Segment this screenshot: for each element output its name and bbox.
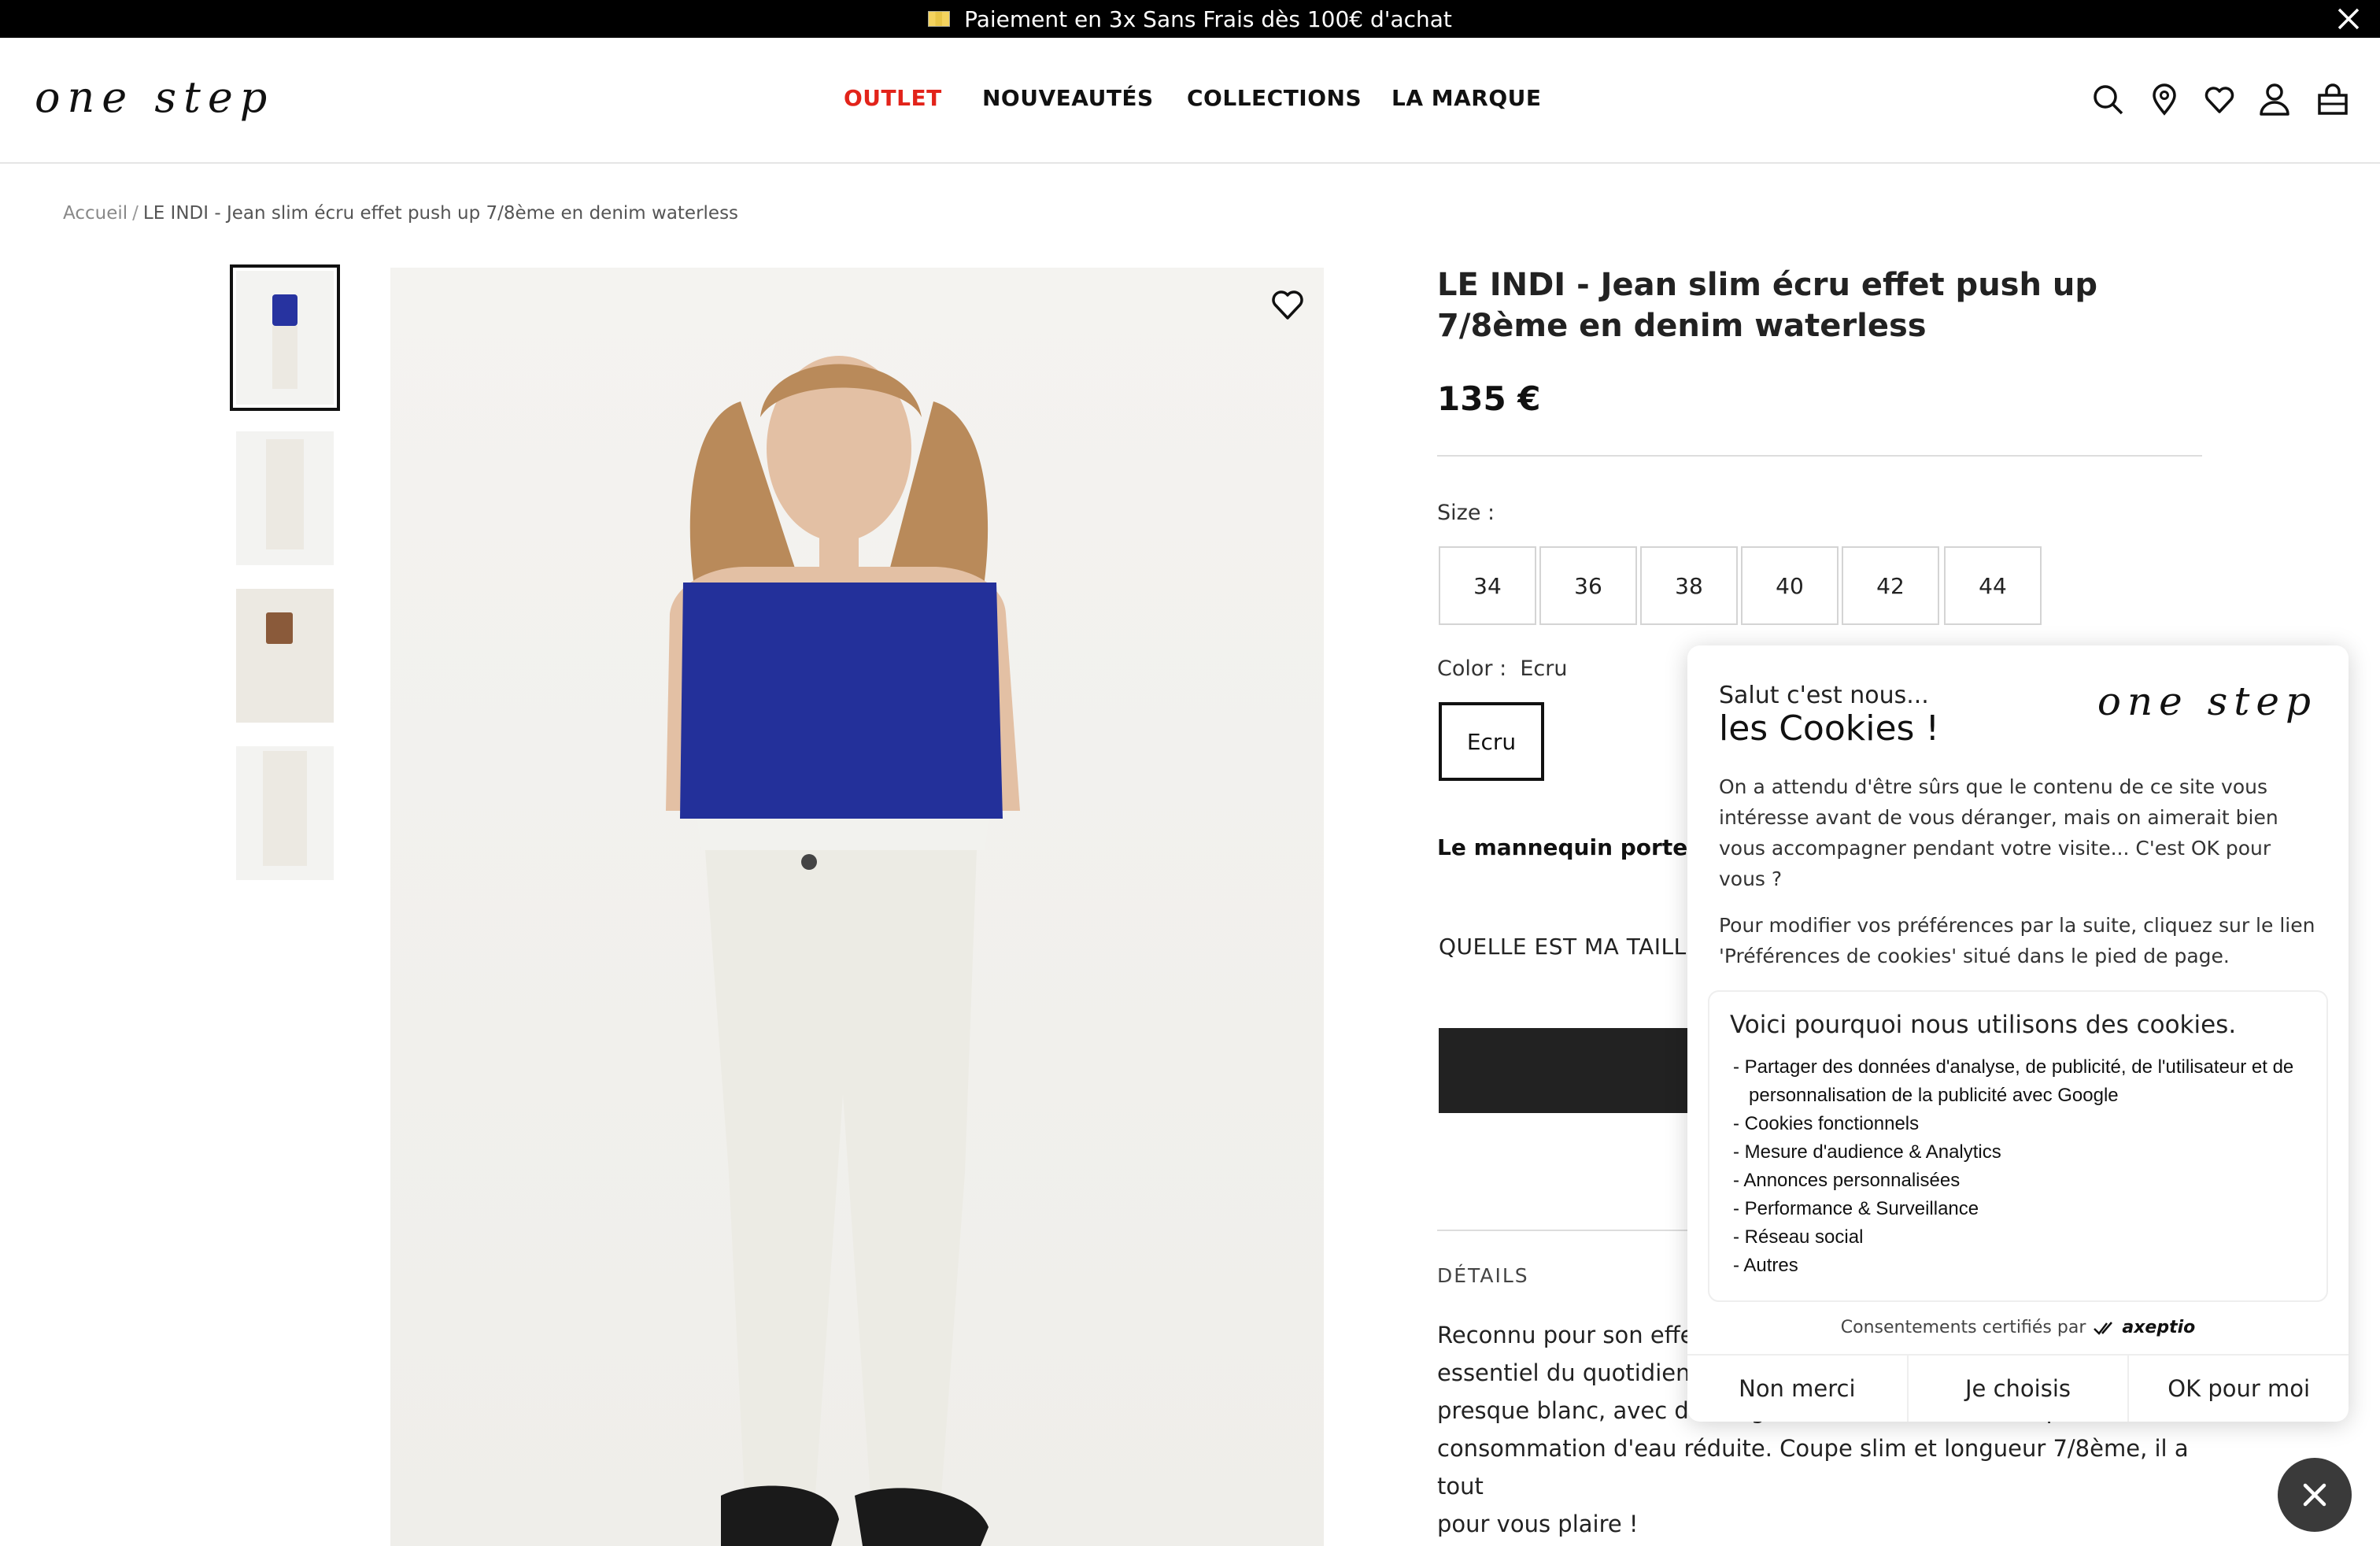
certified-text: Consentements certifiés par [1840,1318,2086,1337]
promo-bar: Paiement en 3x Sans Frais dès 100€ d'ach… [0,0,2380,38]
bag-icon[interactable] [2315,82,2350,117]
thumbnail-label-patch [266,612,293,644]
list-item: - Performance & Surveillance [1733,1198,1979,1219]
list-item: - Autres [1733,1255,1798,1276]
breadcrumb-home[interactable]: Accueil [63,203,128,224]
list-item: - Cookies fonctionnels [1733,1113,1920,1134]
color-label-text: Color : [1437,656,1507,681]
user-icon[interactable] [2257,82,2292,117]
cookie-buttons: Non merci Je choisis OK pour moi [1687,1354,2349,1422]
divider [1437,455,2202,457]
cookie-title: les Cookies ! [1719,708,1940,749]
axeptio-check-icon [2094,1322,2113,1335]
list-item: - Annonces personnalisées [1733,1170,1961,1191]
size-option-34[interactable]: 34 [1439,546,1536,625]
cookie-purposes-box: Voici pourquoi nous utilisons des cookie… [1708,990,2328,1302]
thumbnail-1[interactable] [230,264,340,411]
description-line: consommation d'eau réduite. Coupe slim e… [1437,1435,2189,1500]
cookie-purposes-title: Voici pourquoi nous utilisons des cookie… [1730,1011,2237,1039]
cookie-accept-button[interactable]: OK pour moi [2127,1356,2349,1422]
search-icon[interactable] [2090,82,2125,117]
size-guide-link[interactable]: QUELLE EST MA TAILLE [1439,934,1701,960]
cookie-logo: one step [2097,679,2317,724]
cookie-close-fab-button[interactable] [2278,1458,2352,1532]
thumbnail-figure-legs [272,326,298,389]
wishlist-heart-icon[interactable] [1269,285,1306,323]
thumbnail-2[interactable] [236,431,334,565]
thumbnail-4[interactable] [236,746,334,880]
site-logo[interactable]: one step [35,72,274,122]
thumbnail-3[interactable] [236,589,334,723]
color-option-ecru[interactable]: Ecru [1439,702,1544,781]
cookie-refuse-button[interactable]: Non merci [1687,1356,1907,1422]
cookie-intro-text: On a attendu d'être sûrs que le contenu … [1719,775,2278,890]
site-header: one step OUTLET NOUVEAUTÉS COLLECTIONS L… [0,38,2380,164]
axeptio-brand[interactable]: axeptio [2122,1318,2195,1337]
nav-outlet[interactable]: OUTLET [844,85,942,111]
model-illustration [666,356,1020,1546]
size-option-42[interactable]: 42 [1842,546,1939,625]
nav-collections[interactable]: COLLECTIONS [1187,85,1362,111]
breadcrumb-current: LE INDI - Jean slim écru effet push up 7… [142,203,739,224]
cookie-consent-modal: Salut c'est nous... les Cookies ! one st… [1687,645,2349,1422]
breadcrumb-separator: / [132,203,139,224]
size-option-44[interactable]: 44 [1944,546,2042,625]
heart-icon[interactable] [2202,82,2237,117]
location-icon[interactable] [2147,82,2182,117]
description-line: pour vous plaire ! [1437,1511,1639,1537]
cookie-preferences-text: Pour modifier vos préférences par la sui… [1719,914,2315,967]
cookie-purposes-list: - Partager des données d'analyse, de pub… [1733,1053,2300,1280]
thumbnail-figure-legs [263,751,307,866]
product-price: 135 € [1437,379,1541,418]
color-label: Color : Ecru [1437,656,1567,681]
list-item: - Réseau social [1733,1226,1864,1248]
size-option-36[interactable]: 36 [1539,546,1637,625]
size-option-38[interactable]: 38 [1640,546,1738,625]
flag-icon [928,11,951,27]
product-title: LE INDI - Jean slim écru effet push up 7… [1437,267,2097,344]
list-item: - Mesure d'audience & Analytics [1733,1141,2001,1163]
cookie-choose-button[interactable]: Je choisis [1906,1356,2128,1422]
thumbnail-figure-legs [266,439,304,549]
size-option-40[interactable]: 40 [1741,546,1839,625]
cookie-certified-by: Consentements certifiés par axeptio [1687,1318,2349,1337]
nav-nouveautes[interactable]: NOUVEAUTÉS [982,85,1154,111]
list-item: - Partager des données d'analyse, de pub… [1733,1056,2294,1106]
close-promo-button[interactable] [2333,3,2364,35]
breadcrumb: Accueil / LE INDI - Jean slim écru effet p… [63,203,738,224]
nav-la-marque[interactable]: LA MARQUE [1391,85,1542,111]
color-selected-value: Ecru [1520,656,1568,681]
close-icon [2338,8,2360,30]
size-label: Size : [1437,501,1495,525]
product-main-image[interactable] [390,268,1324,1546]
thumbnail-figure-top [272,294,298,326]
close-icon [2303,1483,2326,1507]
cookie-greeting: Salut c'est nous... [1719,682,1929,709]
promo-text: Paiement en 3x Sans Frais dès 100€ d'ach… [964,6,1452,32]
details-section-toggle[interactable]: DÉTAILS [1437,1264,1529,1287]
